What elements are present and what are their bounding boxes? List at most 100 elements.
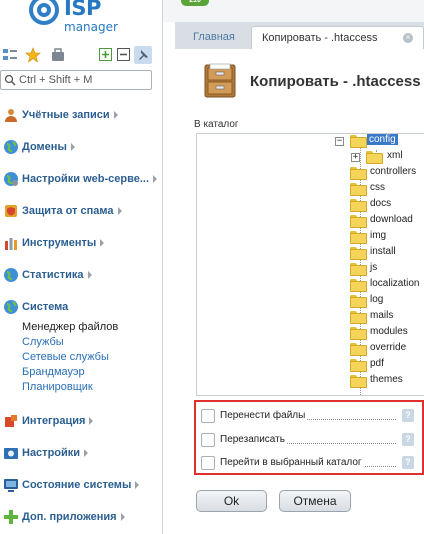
folder-icon (350, 263, 367, 276)
option-go-to-directory[interactable]: Перейти в выбранный каталог ? (196, 453, 422, 473)
nav-accounts-label: Учётные записи (22, 109, 110, 121)
folder-icon (350, 279, 367, 292)
nav-integration[interactable]: Интеграция (0, 411, 160, 431)
system-globe-icon (3, 299, 19, 315)
sidebar-item-firewall[interactable]: Брандмауэр (22, 366, 85, 378)
folder-icon (350, 295, 367, 308)
nav-system-status[interactable]: Состояние системы (0, 475, 160, 495)
logo-mark-icon (29, 0, 59, 25)
help-icon[interactable]: ? (402, 409, 414, 422)
tree-node-label[interactable]: controllers (368, 166, 418, 177)
tree-node-label[interactable]: js (368, 262, 379, 273)
expand-node-icon[interactable]: + (351, 153, 360, 162)
nav-tools-label: Инструменты (22, 237, 97, 249)
ok-button[interactable]: Ok (196, 490, 267, 512)
help-icon[interactable]: ? (402, 433, 414, 446)
sidebar-item-services[interactable]: Службы (22, 336, 64, 348)
tree-node-label[interactable]: xml (385, 150, 405, 161)
puzzle-icon (3, 413, 19, 429)
nav-statistics[interactable]: Статистика (0, 265, 160, 285)
nav-accounts[interactable]: Учётные записи (0, 105, 160, 125)
nav-web-server-settings[interactable]: Настройки web-серве... (0, 169, 160, 189)
chart-globe-icon (3, 267, 19, 283)
chevron-right-icon (87, 271, 92, 279)
chevron-right-icon (100, 239, 105, 247)
nav-system-status-label: Состояние системы (22, 479, 132, 491)
sidebar-item-network-services[interactable]: Сетевые службы (22, 351, 109, 363)
globe-gear-icon (3, 171, 19, 187)
favorites-star-icon[interactable] (25, 47, 41, 63)
go-to-directory-checkbox[interactable] (201, 456, 215, 470)
copy-form: Копировать - .htaccess В каталог − confi… (175, 49, 424, 534)
chevron-right-icon (120, 513, 125, 521)
option-overwrite[interactable]: Перезаписать ? (196, 430, 422, 450)
move-files-label: Перенести файлы (220, 410, 308, 421)
chevron-right-icon (153, 175, 158, 183)
nav-web-server-label: Настройки web-серве... (22, 173, 150, 185)
option-move-files[interactable]: Перенести файлы ? (196, 406, 422, 426)
help-icon[interactable]: ? (402, 456, 414, 469)
sidebar-item-scheduler[interactable]: Планировщик (22, 381, 93, 393)
briefcase-icon[interactable] (50, 47, 66, 63)
chevron-right-icon (89, 417, 94, 425)
nav-extra-apps[interactable]: Доп. приложения (0, 507, 160, 527)
ispmanager-logo[interactable]: ISP manager (22, 0, 142, 40)
tree-node-label[interactable]: mails (368, 310, 395, 321)
chevron-right-icon (84, 449, 89, 457)
tree-node-label[interactable]: themes (368, 374, 405, 385)
expand-all-icon[interactable] (98, 47, 114, 63)
tree-node-label[interactable]: install (368, 246, 398, 257)
move-files-checkbox[interactable] (201, 409, 215, 423)
folder-icon (366, 151, 383, 164)
folder-icon (350, 343, 367, 356)
gear-icon (3, 445, 19, 461)
tree-node-label[interactable]: download (368, 214, 415, 225)
tree-node-label[interactable]: css (368, 182, 387, 193)
menu-search-input[interactable] (19, 72, 147, 88)
nav-domains[interactable]: Домены (0, 137, 160, 157)
notification-badge[interactable]: 210 (181, 0, 209, 6)
nav-integration-label: Интеграция (22, 415, 86, 427)
folder-icon (350, 183, 367, 196)
copy-options-box: Перенести файлы ? Перезаписать ? Перейти… (194, 400, 424, 475)
users-icon (3, 107, 19, 123)
folder-icon (350, 135, 367, 148)
tree-node-label[interactable]: modules (368, 326, 410, 337)
tree-node-label[interactable]: img (368, 230, 388, 241)
folder-icon (350, 215, 367, 228)
pin-icon[interactable] (134, 46, 152, 64)
file-cabinet-icon (204, 63, 236, 98)
sidebar-item-file-manager[interactable]: Менеджер файлов (22, 321, 118, 333)
tab-home[interactable]: Главная (175, 26, 247, 49)
tree-node-label[interactable]: docs (368, 198, 393, 209)
tree-node-label[interactable]: localization (368, 278, 421, 289)
nav-settings[interactable]: Настройки (0, 443, 160, 463)
menu-search-box[interactable] (0, 70, 152, 90)
nav-tools[interactable]: Инструменты (0, 233, 160, 253)
folder-icon (350, 231, 367, 244)
target-directory-label: В каталог (194, 119, 239, 130)
nav-domains-label: Домены (22, 141, 67, 153)
tools-icon (3, 235, 19, 251)
logo-manager-text: manager (64, 20, 118, 34)
collapse-all-icon[interactable] (116, 47, 132, 63)
tree-node-label[interactable]: config (367, 134, 398, 145)
nav-spam-protection[interactable]: Защита от спама (0, 201, 160, 221)
nav-system[interactable]: Система (0, 297, 160, 317)
collapse-node-icon[interactable]: − (335, 137, 344, 146)
overwrite-checkbox[interactable] (201, 433, 215, 447)
nav-settings-label: Настройки (22, 447, 81, 459)
folder-icon (350, 199, 367, 212)
cancel-button[interactable]: Отмена (279, 490, 351, 512)
tree-node-label[interactable]: override (368, 342, 408, 353)
plus-icon (3, 509, 19, 525)
tab-copy-htaccess[interactable]: Копировать - .htaccess × (251, 26, 424, 49)
tree-node-label[interactable]: log (368, 294, 385, 305)
form-title: Копировать - .htaccess (250, 73, 421, 90)
monitor-icon (3, 477, 19, 493)
directory-tree[interactable]: − config + xml + controllers css + docs downl… (196, 133, 424, 396)
chevron-right-icon (113, 111, 118, 119)
tree-view-icon[interactable] (2, 47, 18, 63)
close-tab-icon[interactable]: × (403, 33, 413, 43)
tree-node-label[interactable]: pdf (368, 358, 386, 369)
